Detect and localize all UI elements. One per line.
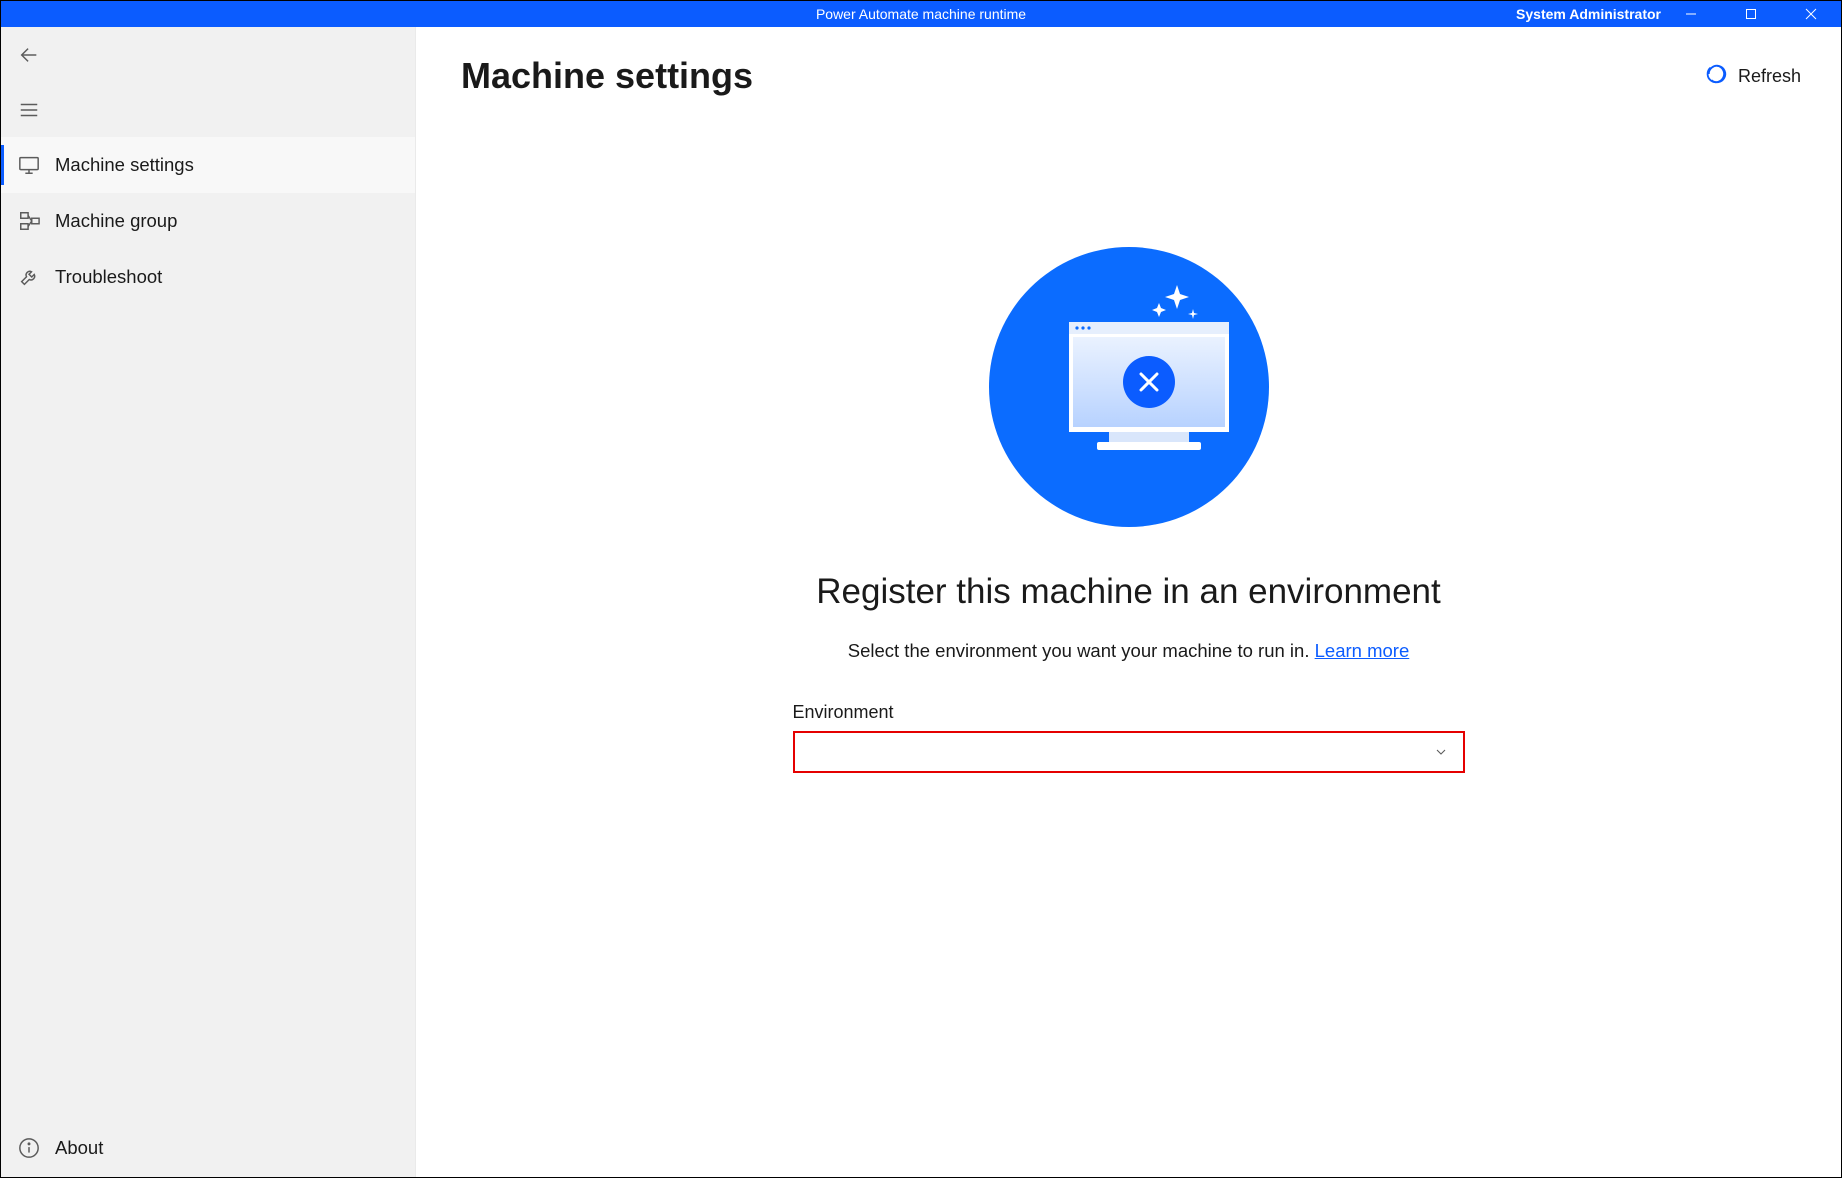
environment-label: Environment xyxy=(793,702,1465,723)
info-icon xyxy=(18,1137,40,1159)
sidebar-item-label: Machine group xyxy=(55,210,177,232)
main-content: Machine settings Refresh xyxy=(416,27,1841,1177)
minimize-icon xyxy=(1685,8,1697,20)
hamburger-icon xyxy=(18,99,40,121)
back-button[interactable] xyxy=(1,27,415,82)
refresh-label: Refresh xyxy=(1738,66,1801,87)
back-arrow-icon xyxy=(18,44,40,66)
maximize-icon xyxy=(1745,8,1757,20)
sidebar: Machine settings Machine group Troublesh… xyxy=(1,27,416,1177)
app-title: Power Automate machine runtime xyxy=(816,6,1026,22)
machine-group-icon xyxy=(18,210,40,232)
hero-subtitle-text: Select the environment you want your mac… xyxy=(848,640,1315,661)
sidebar-item-machine-settings[interactable]: Machine settings xyxy=(1,137,415,193)
sidebar-item-label: About xyxy=(55,1137,103,1159)
sidebar-item-machine-group[interactable]: Machine group xyxy=(1,193,415,249)
sidebar-item-troubleshoot[interactable]: Troubleshoot xyxy=(1,249,415,305)
wrench-icon xyxy=(18,266,40,288)
sidebar-item-about[interactable]: About xyxy=(1,1119,415,1177)
refresh-icon xyxy=(1706,63,1728,90)
minimize-button[interactable] xyxy=(1661,1,1721,27)
maximize-button[interactable] xyxy=(1721,1,1781,27)
sidebar-item-label: Troubleshoot xyxy=(55,266,162,288)
page-title: Machine settings xyxy=(461,55,753,97)
environment-dropdown[interactable] xyxy=(793,731,1465,773)
chevron-down-icon xyxy=(1433,744,1449,760)
learn-more-link[interactable]: Learn more xyxy=(1315,640,1410,661)
close-button[interactable] xyxy=(1781,1,1841,27)
hamburger-button[interactable] xyxy=(1,82,415,137)
monitor-icon xyxy=(18,154,40,176)
hero-illustration xyxy=(989,247,1269,527)
hero-subtitle: Select the environment you want your mac… xyxy=(848,640,1409,662)
sidebar-item-label: Machine settings xyxy=(55,154,194,176)
titlebar: Power Automate machine runtime System Ad… xyxy=(1,1,1841,27)
user-name: System Administrator xyxy=(1516,6,1661,22)
hero-title: Register this machine in an environment xyxy=(816,572,1440,612)
refresh-button[interactable]: Refresh xyxy=(1706,63,1801,90)
close-icon xyxy=(1805,8,1817,20)
